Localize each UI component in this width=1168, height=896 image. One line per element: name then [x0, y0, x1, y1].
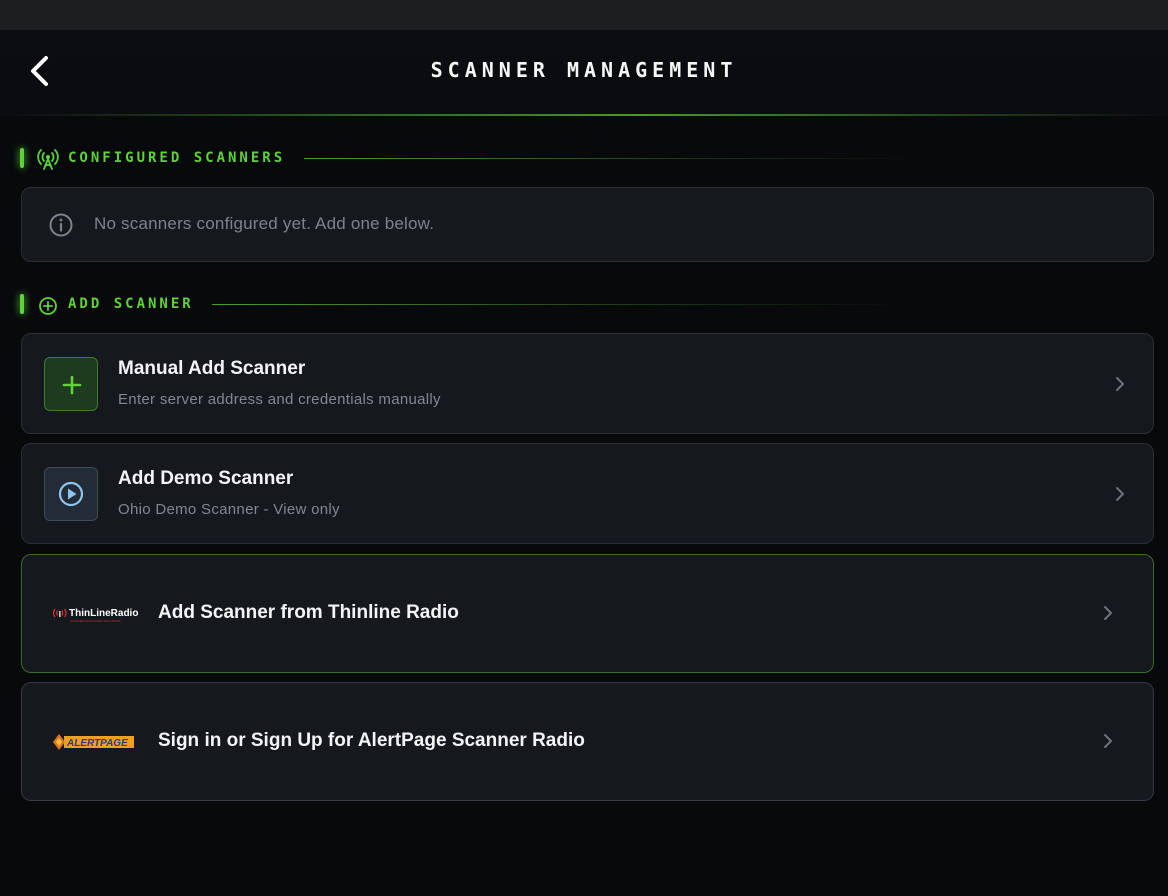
section-divider — [212, 304, 912, 305]
section-label: ADD SCANNER — [68, 296, 194, 312]
alertpage-logo-text: ALERTPAGE — [66, 738, 128, 749]
section-divider — [304, 158, 924, 159]
chevron-right-icon — [1116, 377, 1124, 391]
chevron-right-icon — [1116, 487, 1124, 501]
chevron-right-icon — [1104, 734, 1112, 748]
antenna-icon — [37, 148, 59, 170]
section-indicator — [20, 294, 24, 314]
option-title: Add Scanner from Thinline Radio — [158, 602, 459, 623]
alertpage-signin-button[interactable]: ALERTPAGE Sign in or Sign Up for AlertPa… — [21, 682, 1154, 801]
info-icon — [48, 212, 74, 238]
option-title: Sign in or Sign Up for AlertPage Scanner… — [158, 730, 585, 751]
demo-tile — [44, 467, 98, 521]
page-title: SCANNER MANAGEMENT — [430, 58, 738, 82]
play-circle-icon — [58, 481, 84, 507]
thinline-radio-logo: ThinLineRadio SCANNER SOFTWARE SOLUTIONS — [52, 604, 138, 626]
manual-add-tile — [44, 357, 98, 411]
section-configured-scanners: CONFIGURED SCANNERS — [20, 146, 1154, 172]
option-subtitle: Ohio Demo Scanner - View only — [118, 501, 340, 518]
chevron-right-icon — [1104, 606, 1112, 620]
empty-state-card: No scanners configured yet. Add one belo… — [21, 187, 1154, 262]
status-bar — [0, 0, 1168, 30]
header-divider — [0, 114, 1168, 116]
plus-icon — [62, 375, 82, 395]
option-title: Add Demo Scanner — [118, 468, 294, 489]
thinline-radio-button[interactable]: ThinLineRadio SCANNER SOFTWARE SOLUTIONS… — [21, 554, 1154, 673]
thinline-logo-text: ThinLineRadio — [69, 608, 138, 619]
option-subtitle: Enter server address and credentials man… — [118, 391, 441, 408]
plus-circle-icon — [37, 294, 59, 316]
manual-add-scanner-button[interactable]: Manual Add Scanner Enter server address … — [21, 333, 1154, 434]
option-title: Manual Add Scanner — [118, 358, 306, 379]
section-indicator — [20, 148, 24, 168]
alertpage-logo: ALERTPAGE — [52, 731, 138, 753]
add-demo-scanner-button[interactable]: Add Demo Scanner Ohio Demo Scanner - Vie… — [21, 443, 1154, 544]
section-label: CONFIGURED SCANNERS — [68, 150, 286, 166]
thinline-logo-tagline: SCANNER SOFTWARE SOLUTIONS — [70, 619, 121, 623]
section-add-scanner: ADD SCANNER — [20, 292, 1154, 318]
empty-state-message: No scanners configured yet. Add one belo… — [94, 214, 435, 233]
